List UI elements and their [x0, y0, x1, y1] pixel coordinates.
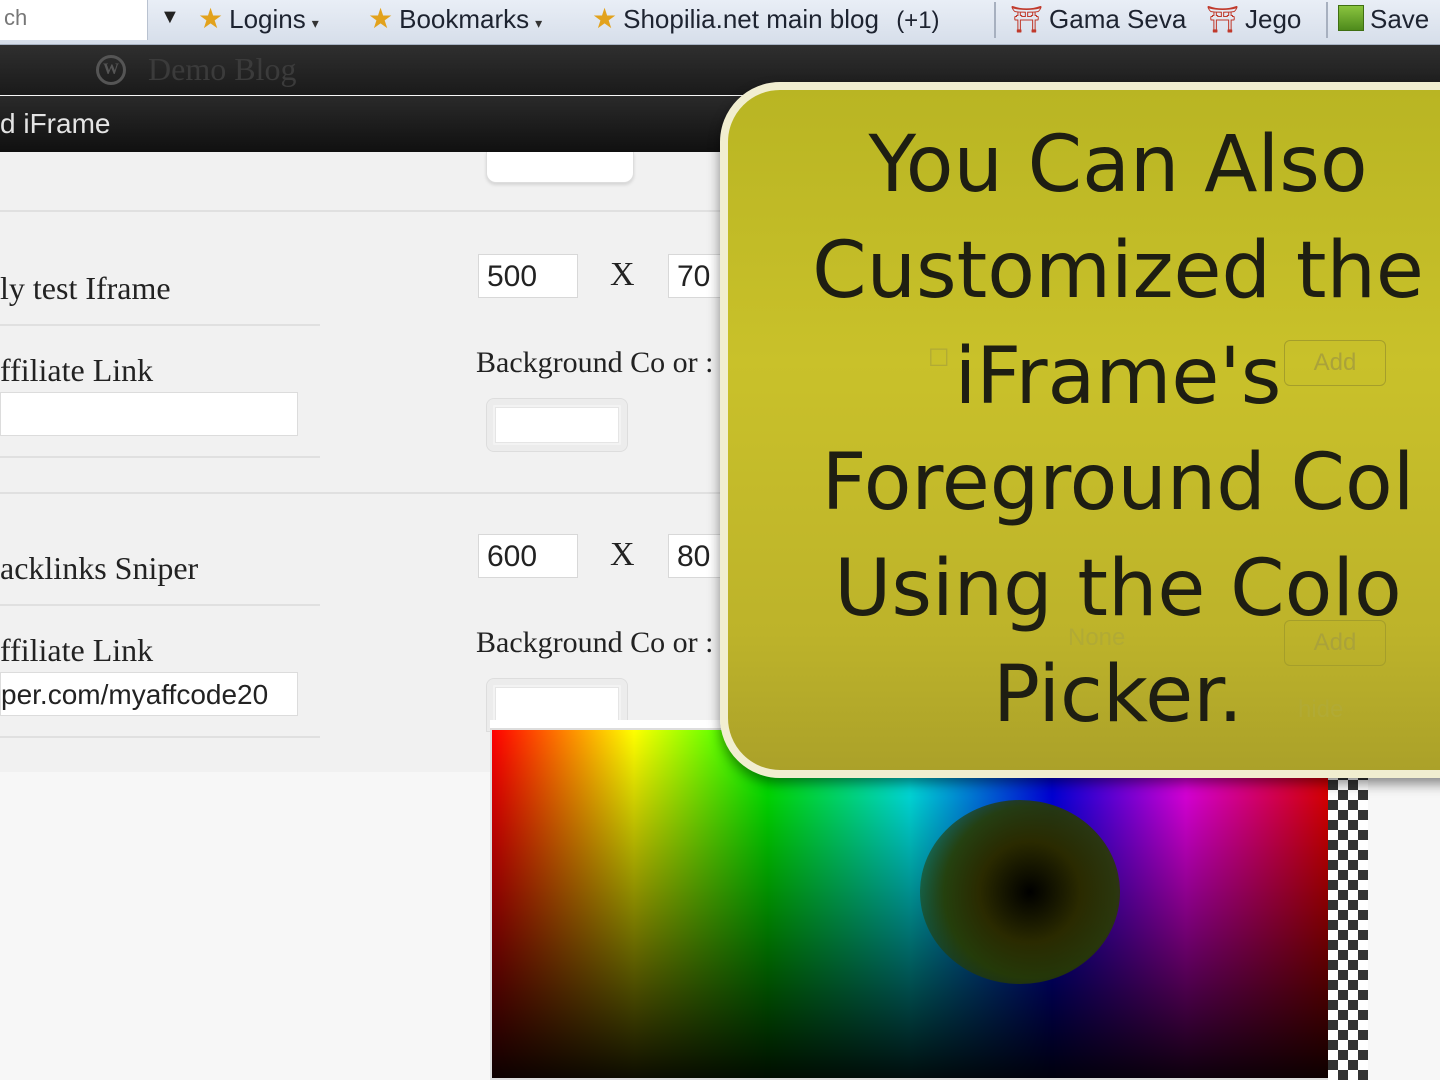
color-swatch: [495, 687, 619, 723]
divider: [0, 492, 800, 494]
bookmark-jego[interactable]: ⛩ Jego: [1206, 0, 1301, 40]
wordpress-logo-icon[interactable]: W: [96, 55, 126, 85]
callout-line: Customized the: [812, 226, 1424, 316]
callout-line: iFrame's: [954, 332, 1282, 422]
color-picker-spectrum[interactable]: [490, 728, 1330, 1080]
chevron-down-icon: ▾: [535, 15, 543, 31]
iframe-name: ly test Iframe: [0, 270, 171, 306]
height-input[interactable]: 70: [668, 254, 728, 298]
divider: [0, 210, 800, 212]
affiliate-link-label: ffiliate Link: [0, 632, 154, 668]
width-input[interactable]: 500: [478, 254, 578, 298]
bookmark-gama-seva[interactable]: ⛩ Gama Seva: [1010, 0, 1186, 40]
star-icon: ★: [368, 3, 394, 34]
color-well-previous[interactable]: [486, 152, 634, 183]
affiliate-link-input[interactable]: per.com/myaffcode20: [0, 672, 298, 716]
site-favicon-icon: ⛩: [1010, 4, 1044, 34]
divider: [0, 324, 320, 326]
dimension-separator: X: [610, 256, 635, 293]
search-input[interactable]: ch: [0, 0, 148, 40]
iframe-name: acklinks Sniper: [0, 550, 199, 586]
bookmark-save[interactable]: Save: [1338, 0, 1429, 40]
site-name-link[interactable]: Demo Blog: [148, 49, 296, 89]
toolbar-separator: [1326, 2, 1328, 38]
callout-line: Using the Colo: [834, 544, 1402, 634]
callout-message: You Can Also Customized the iFrame's For…: [728, 112, 1440, 748]
star-icon: ★: [592, 3, 618, 34]
background-color-well[interactable]: [486, 398, 628, 452]
height-input[interactable]: 80: [668, 534, 728, 578]
background-color-label: Background Co or :: [476, 626, 714, 659]
affiliate-link-input[interactable]: [0, 392, 298, 436]
bookmarks-toolbar: ch ▼ ★ Logins ▾ ★ Bookmarks ▾ ★ Shopilia.net …: [0, 0, 1440, 45]
star-icon: ★: [198, 3, 224, 34]
callout-line: You Can Also: [868, 120, 1368, 210]
color-swatch: [495, 407, 619, 443]
iframe-settings-panel: ly test Iframe 500 X 70 ffiliate Link Ba…: [0, 152, 800, 772]
affiliate-link-label: ffiliate Link: [0, 352, 154, 388]
width-input[interactable]: 600: [478, 534, 578, 578]
update-badge: (+1): [896, 7, 940, 34]
chevron-down-icon: ▾: [311, 15, 319, 31]
divider: [0, 736, 320, 738]
bookmark-logins[interactable]: ★ Logins ▾: [198, 0, 319, 40]
tutorial-callout: ☐ Add None Add hide You Can Also Customi…: [720, 82, 1440, 778]
save-icon: [1338, 5, 1364, 31]
toolbar-separator: [994, 2, 996, 38]
dropdown-arrow-icon[interactable]: ▼: [160, 6, 180, 29]
divider: [0, 604, 320, 606]
callout-line: Picker.: [993, 650, 1243, 740]
site-favicon-icon: ⛩: [1206, 4, 1240, 34]
bookmark-shopilia[interactable]: ★ Shopilia.net main blog (+1): [592, 0, 940, 40]
dimension-separator: X: [610, 536, 635, 573]
callout-line: Foreground Col: [821, 438, 1415, 528]
bookmark-bookmarks[interactable]: ★ Bookmarks ▾: [368, 0, 542, 40]
divider: [0, 456, 320, 458]
alpha-slider[interactable]: [1328, 730, 1368, 1080]
background-color-label: Background Co or :: [476, 346, 714, 379]
